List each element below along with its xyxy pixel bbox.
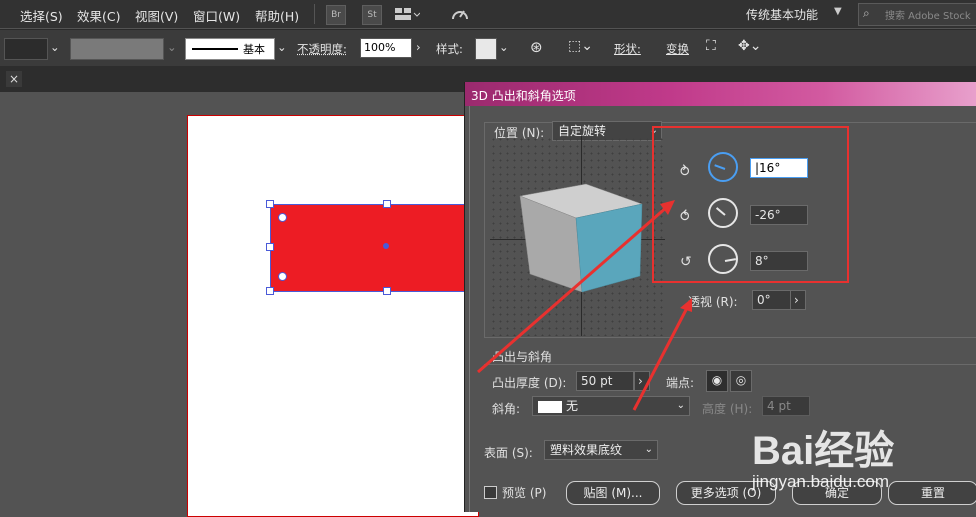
search-icon: ⌕ bbox=[863, 6, 870, 20]
selection-handle[interactable] bbox=[383, 200, 391, 208]
chevron-down-icon: ⌄ bbox=[676, 400, 685, 411]
opacity-label[interactable]: 不透明度: bbox=[297, 41, 347, 57]
menu-window[interactable]: 窗口(W) bbox=[193, 6, 240, 25]
menu-bar: 选择(S) 效果(C) 视图(V) 窗口(W) 帮助(H) Br St 传统基本… bbox=[0, 0, 976, 28]
chevron-right-icon[interactable]: › bbox=[790, 290, 806, 310]
br-bridge-icon[interactable]: Br bbox=[326, 5, 346, 25]
chevron-down-icon[interactable]: ⌄ bbox=[277, 40, 287, 54]
selection-handle[interactable] bbox=[266, 243, 274, 251]
section-divider bbox=[484, 364, 976, 366]
chevron-down-icon[interactable]: ⌄ bbox=[167, 40, 177, 54]
control-bar: ⌄ ⌄ 基本 ⌄ 不透明度: 100% › 样式: ⌄ ⊛ ⬚⌄ 形状: 变换 … bbox=[0, 29, 976, 66]
fill-swatch[interactable] bbox=[4, 38, 48, 60]
stroke-swatch[interactable] bbox=[70, 38, 164, 60]
shape-label[interactable]: 形状: bbox=[614, 41, 641, 57]
dialog-title-bar[interactable]: 3D 凸出和斜角选项 bbox=[465, 82, 976, 106]
bevel-height-label: 高度 (H): bbox=[702, 402, 753, 416]
cap-on-icon[interactable]: ◉ bbox=[706, 370, 728, 392]
menu-help[interactable]: 帮助(H) bbox=[255, 6, 299, 25]
surface-label: 表面 (S): bbox=[484, 446, 533, 460]
chevron-down-icon[interactable]: ▼ bbox=[834, 6, 842, 17]
chevron-right-icon[interactable]: › bbox=[416, 40, 421, 54]
map-button[interactable]: 贴图 (M)... bbox=[566, 481, 660, 505]
chevron-down-icon[interactable]: ⌄ bbox=[499, 40, 509, 54]
align-icon[interactable]: ⬚⌄ bbox=[568, 38, 593, 54]
center-point bbox=[383, 243, 389, 249]
rotation-preview-track-cube[interactable] bbox=[490, 136, 665, 336]
watermark-logo-text: Bai经验 bbox=[752, 429, 895, 473]
st-stock-icon[interactable]: St bbox=[362, 5, 382, 25]
style-label: 样式: bbox=[436, 42, 463, 56]
selection-handle[interactable] bbox=[383, 287, 391, 295]
graphic-style-swatch[interactable] bbox=[475, 38, 497, 60]
cap-off-icon[interactable]: ◎ bbox=[730, 370, 752, 392]
recolor-artwork-icon[interactable]: ⊛ bbox=[530, 38, 543, 56]
menu-divider bbox=[314, 4, 315, 24]
search-placeholder: 搜索 Adobe Stock bbox=[885, 11, 971, 22]
preview-label[interactable]: 预览 (P) bbox=[502, 484, 546, 501]
watermark-url: jingyan.baidu.com bbox=[752, 472, 890, 491]
extrude-section-label: 凸出与斜角 bbox=[492, 350, 553, 364]
surface-select[interactable]: 塑料效果底纹 ⌄ bbox=[544, 440, 658, 460]
menu-effect[interactable]: 效果(C) bbox=[77, 6, 120, 25]
stock-search-input[interactable]: ⌕ 搜索 Adobe Stock bbox=[858, 3, 976, 26]
bevel-select[interactable]: 无 ⌄ bbox=[532, 396, 690, 416]
menu-select[interactable]: 选择(S) bbox=[20, 6, 63, 25]
3d-cube-preview[interactable] bbox=[490, 136, 665, 336]
corner-widget[interactable] bbox=[278, 272, 287, 281]
bevel-swatch bbox=[538, 400, 562, 413]
workspace-switcher[interactable]: 传统基本功能 bbox=[746, 6, 818, 23]
bevel-value: 无 bbox=[566, 399, 579, 413]
extrude-depth-input[interactable]: 50 pt bbox=[576, 371, 634, 391]
puppet-warp-icon[interactable]: ✥⌄ bbox=[738, 38, 761, 54]
menu-view[interactable]: 视图(V) bbox=[135, 6, 178, 25]
close-icon[interactable]: × bbox=[6, 71, 22, 87]
stroke-style-value: 基本 bbox=[243, 43, 265, 56]
isolate-icon[interactable]: ⛶ bbox=[706, 38, 716, 54]
transform-link[interactable]: 变换 bbox=[666, 41, 689, 57]
extrude-depth-label: 凸出厚度 (D): bbox=[492, 376, 567, 390]
baidu-jingyan-watermark: Bai经验 jingyan.baidu.com bbox=[752, 400, 976, 512]
stroke-profile-select[interactable]: 基本 bbox=[185, 38, 275, 60]
chevron-down-icon[interactable]: ⌄ bbox=[50, 40, 60, 54]
selection-handle[interactable] bbox=[266, 287, 274, 295]
chevron-down-icon: ⌄ bbox=[644, 444, 653, 455]
preview-checkbox[interactable] bbox=[484, 486, 497, 499]
surface-value: 塑料效果底纹 bbox=[550, 443, 623, 457]
dialog-title: 3D 凸出和斜角选项 bbox=[471, 89, 576, 103]
annotation-highlight-box bbox=[652, 126, 849, 283]
corner-widget[interactable] bbox=[278, 213, 287, 222]
arrange-documents-icon[interactable] bbox=[394, 5, 421, 23]
red-rectangle-object[interactable] bbox=[270, 204, 472, 292]
artboard[interactable] bbox=[187, 115, 479, 517]
gpu-performance-icon[interactable] bbox=[450, 5, 468, 23]
cap-label: 端点: bbox=[666, 376, 695, 390]
chevron-right-icon[interactable]: › bbox=[634, 371, 650, 391]
opacity-input[interactable]: 100% bbox=[360, 38, 412, 58]
perspective-label: 透视 (R): bbox=[688, 295, 738, 309]
perspective-input[interactable]: 0° bbox=[752, 290, 792, 310]
bevel-label: 斜角: bbox=[492, 402, 521, 416]
selection-handle[interactable] bbox=[266, 200, 274, 208]
